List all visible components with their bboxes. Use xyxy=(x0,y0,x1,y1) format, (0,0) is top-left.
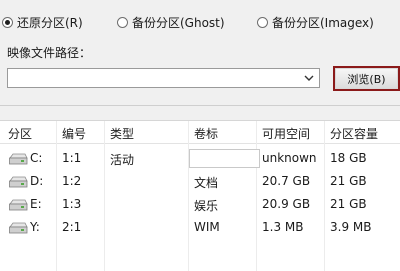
free-space: 1.3 MB xyxy=(262,220,304,234)
drive-letter: E: xyxy=(30,197,42,211)
partition-capacity: 3.9 MB xyxy=(330,220,372,234)
partition-number: 1:2 xyxy=(62,174,82,188)
browse-button-label: 浏览(B) xyxy=(335,68,398,89)
backup-ghost-label: 备份分区(Ghost) xyxy=(132,15,225,30)
free-space: 20.7 GB xyxy=(262,174,311,188)
restore-partition-radio[interactable]: 还原分区(R) xyxy=(2,11,83,33)
table-row[interactable]: C: 1:1 活动 unknown 18 GB xyxy=(0,147,400,170)
partition-capacity: 21 GB xyxy=(330,174,367,188)
drive-letter: C: xyxy=(30,151,43,165)
header-label[interactable]: 卷标 xyxy=(194,125,218,142)
drive-letter: D: xyxy=(30,174,44,188)
backup-imagex-radio[interactable]: 备份分区(Imagex) xyxy=(257,11,374,33)
volume-label: WIM xyxy=(194,220,220,234)
partition-number: 2:1 xyxy=(62,220,82,234)
radio-unselected-icon xyxy=(257,16,268,28)
partition-number: 1:3 xyxy=(62,197,82,211)
volume-label: 娱乐 xyxy=(194,199,219,213)
partition-number: 1:1 xyxy=(62,151,82,165)
header-free-space[interactable]: 可用空间 xyxy=(262,125,310,142)
hard-drive-icon xyxy=(9,222,28,234)
radio-unselected-icon xyxy=(117,16,128,28)
backup-ghost-radio[interactable]: 备份分区(Ghost) xyxy=(117,11,225,33)
table-row[interactable]: D: 1:2 文档 20.7 GB 21 GB xyxy=(0,170,400,193)
restore-partition-label: 还原分区(R) xyxy=(17,15,83,30)
volume-label-field[interactable] xyxy=(189,149,260,168)
hard-drive-icon xyxy=(9,153,28,165)
partition-capacity: 18 GB xyxy=(330,151,367,165)
table-row[interactable]: Y: 2:1 WIM 1.3 MB 3.9 MB xyxy=(0,216,400,239)
free-space: unknown xyxy=(262,151,317,165)
partition-type: 活动 xyxy=(110,153,135,167)
header-number[interactable]: 编号 xyxy=(62,125,86,142)
header-type[interactable]: 类型 xyxy=(110,125,134,142)
backup-imagex-label: 备份分区(Imagex) xyxy=(272,15,374,30)
hard-drive-icon xyxy=(9,176,28,188)
radio-selected-icon xyxy=(2,16,13,28)
free-space: 20.9 GB xyxy=(262,197,311,211)
options-panel: 还原分区(R) 备份分区(Ghost) 备份分区(Imagex) 映像文件路径：… xyxy=(0,0,400,112)
image-path-label: 映像文件路径： xyxy=(7,46,92,60)
table-row[interactable]: E: 1:3 娱乐 20.9 GB 21 GB xyxy=(0,193,400,216)
drive-letter: Y: xyxy=(30,220,40,234)
divider xyxy=(0,105,400,106)
header-partition[interactable]: 分区 xyxy=(8,125,32,142)
header-capacity[interactable]: 分区容量 xyxy=(330,125,378,142)
partition-capacity: 21 GB xyxy=(330,197,367,211)
browse-button[interactable]: 浏览(B) xyxy=(333,66,400,91)
image-path-combobox[interactable] xyxy=(7,68,320,88)
partition-table[interactable]: 分区 编号 类型 卷标 可用空间 分区容量 C: 1:1 活动 unknown … xyxy=(0,120,400,271)
chevron-down-icon[interactable] xyxy=(304,73,314,83)
hard-drive-icon xyxy=(9,199,28,211)
mode-radio-group: 还原分区(R) 备份分区(Ghost) 备份分区(Imagex) xyxy=(0,11,400,33)
table-header: 分区 编号 类型 卷标 可用空间 分区容量 xyxy=(0,121,400,144)
volume-label: 文档 xyxy=(194,176,219,190)
